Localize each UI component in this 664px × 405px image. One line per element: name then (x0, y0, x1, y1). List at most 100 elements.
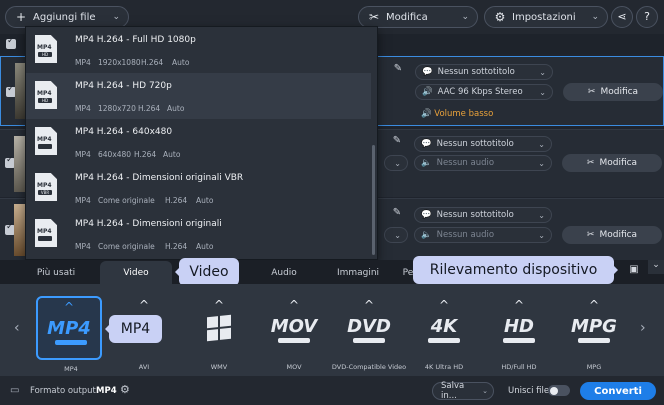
preset-item[interactable]: MP4 VBR MP4 H.264 - Dimensioni originali … (26, 165, 371, 211)
output-format-icon: ▭ (10, 385, 20, 396)
format-logo-bar (55, 340, 87, 345)
preset-item[interactable]: MP4 MP4 H.264 - Dimensioni originali MP4… (26, 211, 371, 257)
preset-title: MP4 H.264 - Dimensioni originali VBR (75, 173, 244, 183)
preset-codec: H.264 (165, 242, 188, 251)
edit-file-label: Modifica (599, 158, 638, 168)
help-icon: ? (644, 10, 650, 23)
audio-select[interactable]: 🔈 Nessun audio ⌄ (414, 227, 552, 243)
format-tile-mov[interactable]: ^ MOV MOV (261, 296, 327, 371)
pencil-icon[interactable]: ✎ (388, 207, 406, 223)
speech-bubble-icon: 💬 (421, 210, 432, 220)
format-tile-4k[interactable]: ^ 4K 4K Ultra HD (411, 296, 477, 371)
preset-item[interactable]: MP4 MP4 H.264 - 640x480 MP4 640x480 H.26… (26, 119, 371, 165)
tab-images[interactable]: Immagini (322, 261, 394, 284)
tab-popular[interactable]: Più usati (14, 261, 98, 284)
settings-label: Impostazioni (512, 11, 576, 23)
expand-up-icon: ^ (363, 298, 375, 312)
format-logo: MOV (270, 316, 318, 337)
format-tile-mp4[interactable]: ^ MP4 MP4 (36, 296, 102, 373)
format-tile-dvd[interactable]: ^ DVD DVD-Compatible Video (332, 296, 406, 371)
subtitle-select[interactable]: 💬 Nessun sottotitolo ⌄ (415, 64, 553, 80)
audio-value: AAC 96 Kbps Stereo (437, 87, 523, 97)
edit-file-button[interactable]: ✂ Modifica (562, 226, 662, 244)
tab-audio[interactable]: Audio (246, 261, 322, 284)
audio-select[interactable]: 🔈 Nessun audio ⌄ (414, 155, 552, 171)
preset-dropdown: MP4 HD MP4 H.264 - Full HD 1080p MP4 1920… (25, 26, 378, 260)
preset-format: MP4 (75, 58, 91, 67)
expand-up-icon: ^ (513, 298, 525, 312)
settings-dropdown-button[interactable]: ⚙ Impostazioni ⌄ (484, 6, 608, 28)
add-files-button[interactable]: + Aggiungi file ⌄ (5, 6, 129, 28)
chevron-down-icon: ⌄ (394, 230, 401, 240)
chevron-down-icon: ⌄ (539, 87, 546, 97)
scroll-left-icon[interactable]: ‹ (14, 320, 20, 336)
help-button[interactable]: ? (636, 6, 658, 28)
subtitle-select[interactable]: 💬 Nessun sottotitolo ⌄ (414, 207, 552, 223)
format-logo: 4K (430, 316, 458, 337)
format-logo-bar (278, 338, 310, 343)
video-file-icon: MP4 (35, 127, 57, 155)
convert-button[interactable]: Converti (580, 382, 656, 400)
preset-fps: Auto (163, 150, 181, 159)
convert-label: Converti (594, 385, 642, 397)
preset-item[interactable]: MP4 HD MP4 H.264 - Full HD 1080p MP4 1920… (26, 27, 371, 73)
preset-codec: H.264 (141, 58, 164, 67)
preset-resolution: Come originale (98, 242, 155, 251)
preset-resolution: 1920x1080 (98, 58, 141, 67)
pencil-icon[interactable]: ✎ (389, 63, 407, 79)
tools-icon: ✂ (586, 158, 595, 168)
collapse-chevron-icon[interactable]: ⌄ (648, 260, 664, 274)
edit-label: Modifica (386, 11, 428, 23)
save-to-button[interactable]: Salva in... ⌄ (432, 381, 494, 401)
pencil-icon[interactable]: ✎ (388, 135, 406, 151)
device-detect-icon[interactable]: ▣ (626, 264, 642, 280)
preset-codec: H.264 (165, 196, 188, 205)
merge-files-toggle[interactable] (548, 385, 570, 396)
edit-file-button[interactable]: ✂ Modifica (562, 154, 662, 172)
preset-resolution: 1280x720 (98, 104, 136, 113)
format-label: AVI (138, 363, 150, 371)
toggle-knob (550, 386, 558, 395)
scroll-right-icon[interactable]: › (640, 320, 646, 336)
tab-label: Video (123, 267, 149, 278)
collapsed-select[interactable]: ⌄ (384, 155, 408, 171)
preset-resolution: Come originale (98, 196, 155, 205)
edit-dropdown-button[interactable]: ✂ Modifica ⌄ (358, 6, 478, 28)
gear-icon[interactable]: ⚙ (120, 383, 130, 396)
format-tile-mpg[interactable]: ^ MPG MPG (561, 296, 627, 371)
expand-up-icon: ^ (288, 298, 300, 312)
preset-format: MP4 (75, 150, 91, 159)
preset-format: MP4 (75, 242, 91, 251)
share-button[interactable]: ⋖ (611, 6, 633, 28)
share-icon: ⋖ (617, 10, 627, 23)
format-label: 4K Ultra HD (424, 363, 464, 371)
subtitle-value: Nessun sottotitolo (437, 67, 515, 77)
collapsed-select[interactable]: ⌄ (384, 227, 408, 243)
device-detect-callout: Rilevamento dispositivo (413, 256, 618, 284)
audio-select[interactable]: 🔊 AAC 96 Kbps Stereo ⌄ (415, 84, 553, 100)
expand-up-icon: ^ (138, 298, 150, 312)
tab-video[interactable]: Video (100, 261, 172, 284)
select-all-checkbox[interactable] (6, 36, 16, 49)
dropdown-scrollbar[interactable] (372, 145, 375, 255)
edit-file-button[interactable]: ✂ Modifica (563, 83, 663, 101)
chevron-down-icon: ⌄ (538, 139, 545, 149)
chevron-down-icon: ⌄ (591, 12, 599, 22)
preset-fps: Auto (196, 242, 214, 251)
speaker-icon: 🔈 (421, 230, 432, 240)
format-logo-bar (353, 338, 385, 343)
callout-text: Rilevamento dispositivo (429, 262, 598, 278)
format-tile-hd[interactable]: ^ HD HD/Full HD (486, 296, 552, 371)
preset-item[interactable]: MP4 HD MP4 H.264 - HD 720p MP4 1280x720 H… (26, 73, 371, 119)
plus-icon: + (15, 10, 27, 24)
subtitle-select[interactable]: 💬 Nessun sottotitolo ⌄ (414, 136, 552, 152)
preset-format: MP4 (75, 196, 91, 205)
format-tile-wmv[interactable]: ^ WMV (186, 296, 252, 371)
format-label: HD/Full HD (501, 363, 537, 371)
format-logo: DVD (347, 316, 391, 337)
format-label: MPG (586, 363, 602, 371)
settings-icon: ⚙ (494, 10, 506, 24)
bottom-bar: ▭ Formato output: MP4 ⚙ Salva in... ⌄ Un… (0, 376, 664, 405)
subtitle-value: Nessun sottotitolo (436, 210, 514, 220)
speaker-icon: 🔈 (421, 158, 432, 168)
